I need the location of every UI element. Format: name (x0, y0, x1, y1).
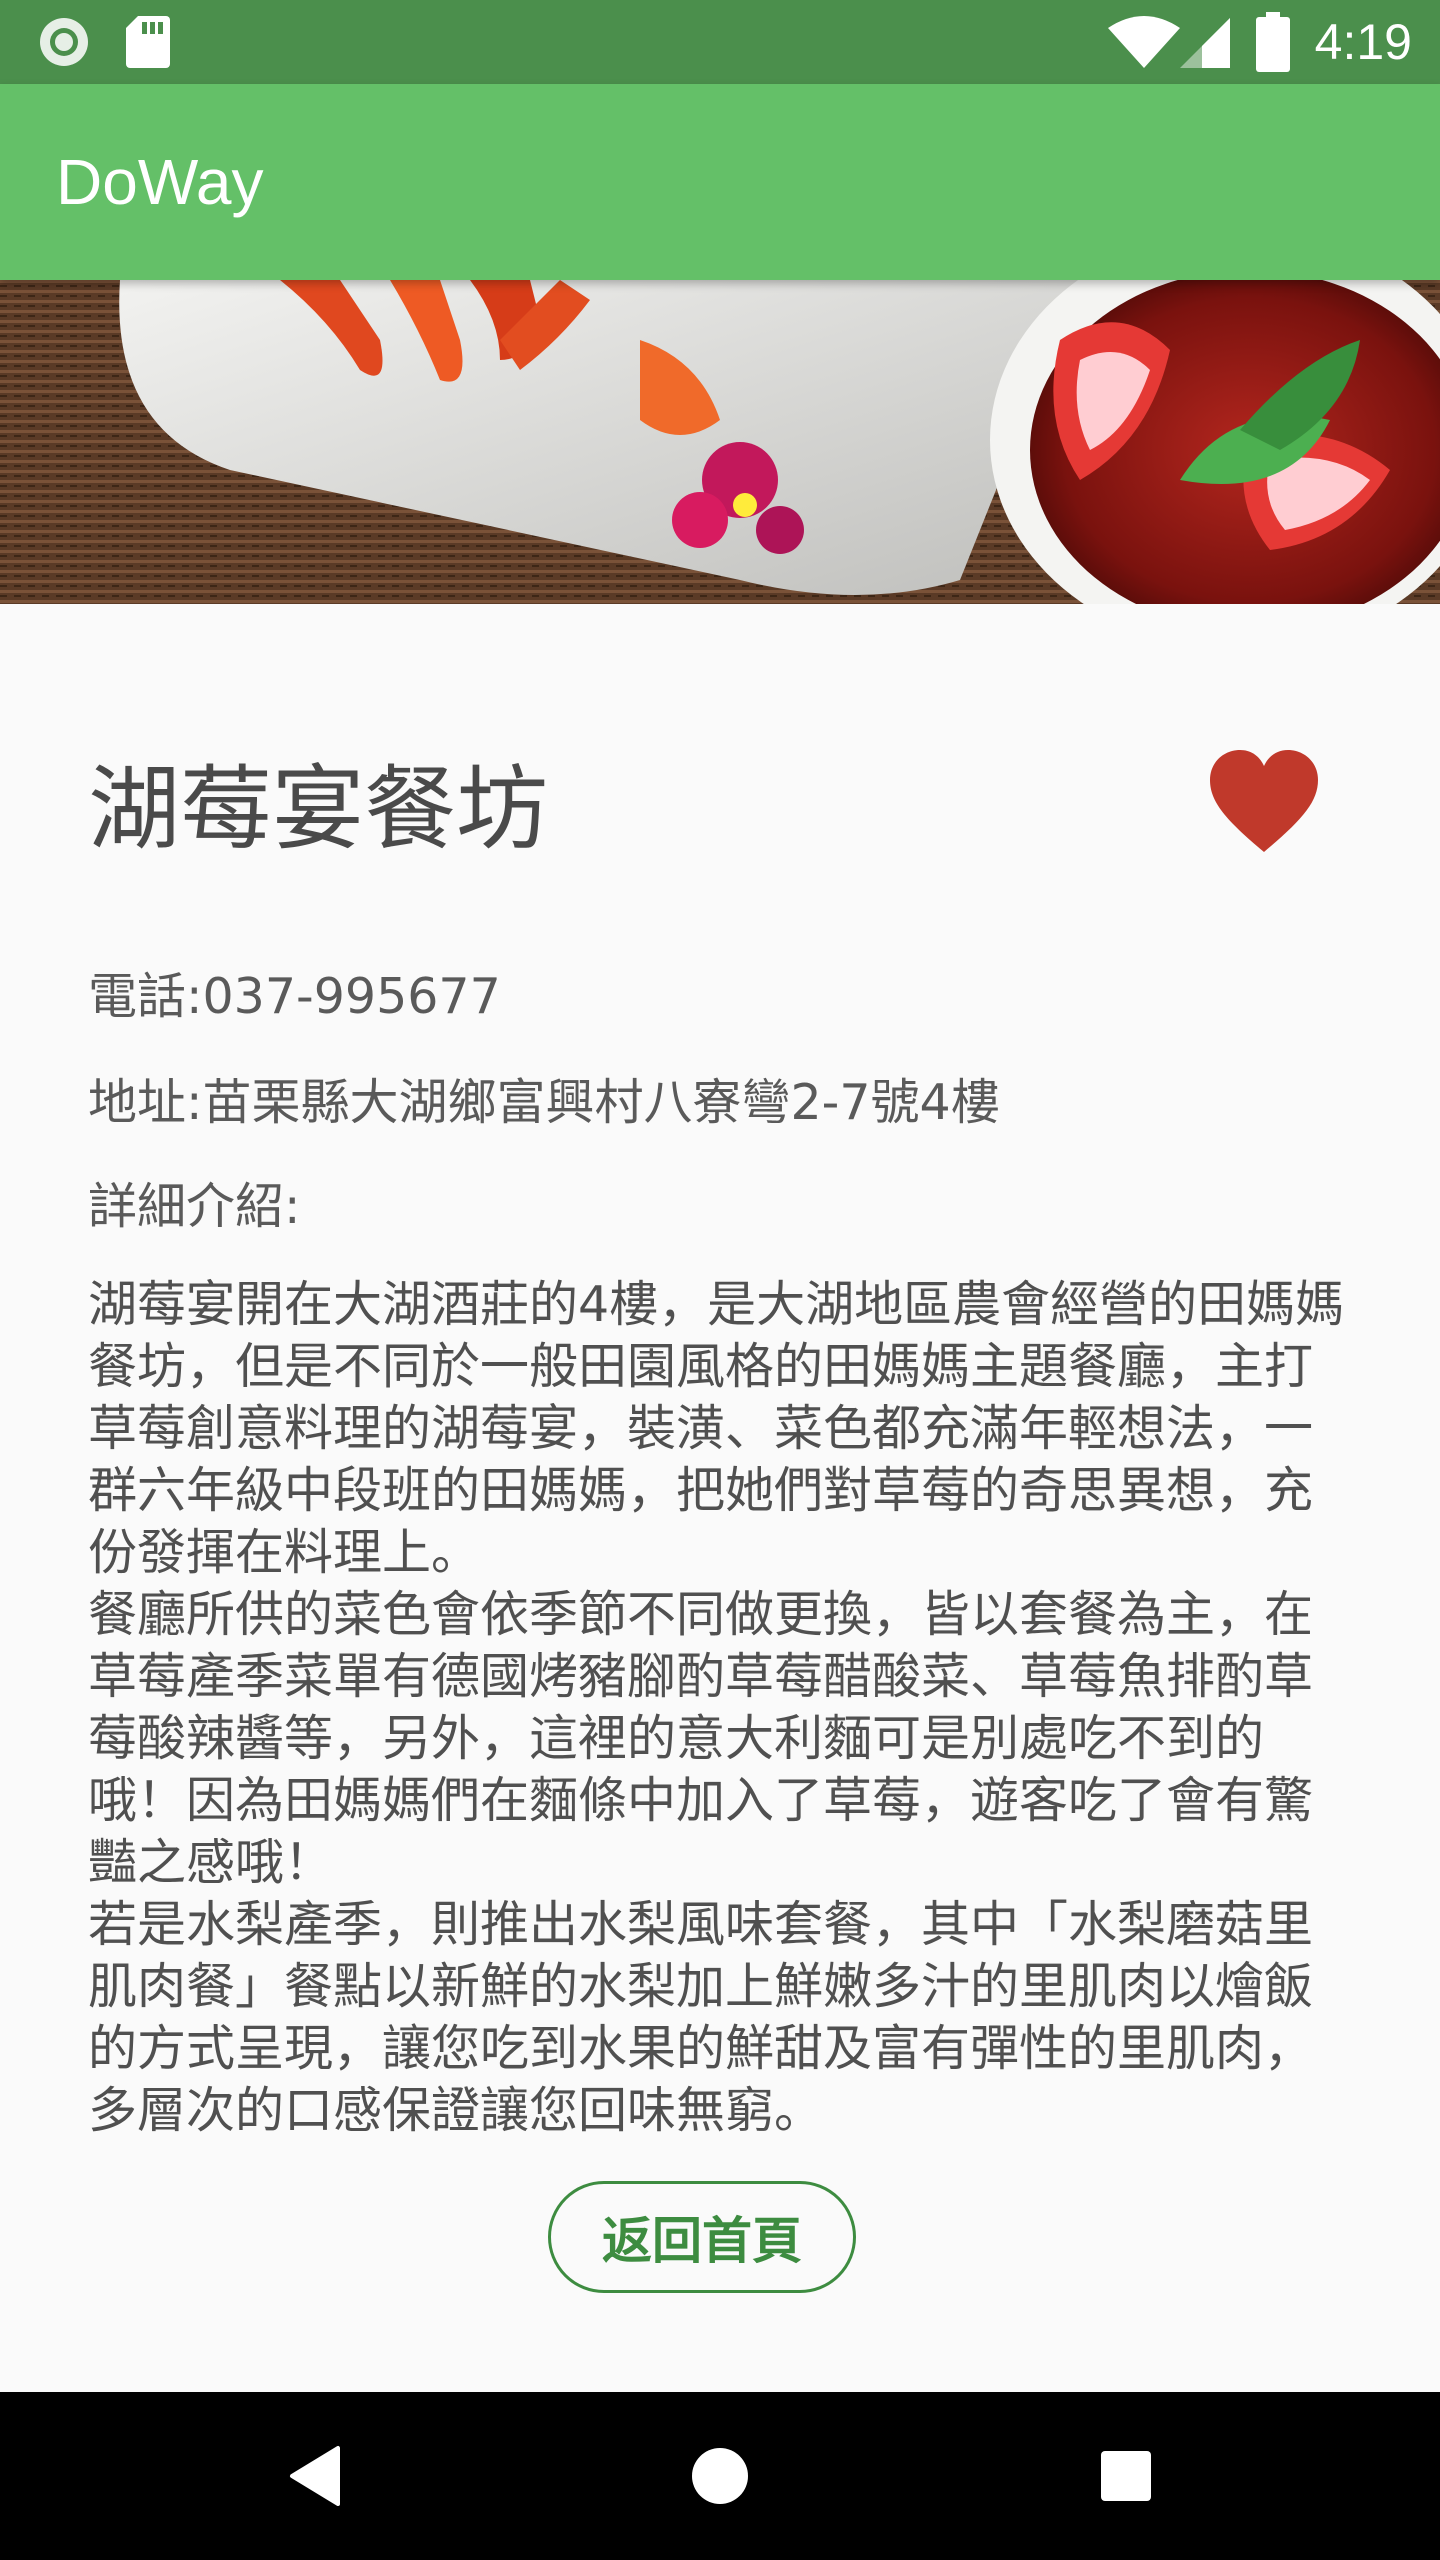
signal-icon (1180, 18, 1230, 68)
back-icon (290, 2446, 340, 2506)
sd-card-icon (126, 16, 170, 68)
nav-home-button[interactable] (636, 2392, 804, 2560)
banner-image (0, 280, 1440, 604)
detail-label: 詳細介紹: (88, 1178, 301, 1235)
wifi-icon (1108, 16, 1180, 68)
description-text: 湖莓宴開在大湖酒莊的4樓，是大湖地區農會經營的田媽媽餐坊，但是不同於一般田園風格… (88, 1276, 1345, 2139)
nav-back-button[interactable] (232, 2392, 400, 2560)
circle-indicator-icon (40, 18, 88, 66)
home-icon (692, 2448, 748, 2504)
recents-icon (1101, 2451, 1151, 2501)
battery-icon (1256, 12, 1290, 72)
nav-recents-button[interactable] (1042, 2392, 1210, 2560)
restaurant-name: 湖莓宴餐坊 (88, 756, 549, 863)
app-title: DoWay (56, 146, 264, 218)
address-text: 地址:苗栗縣大湖鄉富興村八寮彎2-7號4樓 (88, 1074, 1000, 1131)
status-bar: 4:19 (0, 0, 1440, 84)
app-bar: DoWay (0, 84, 1440, 280)
food-photo (0, 280, 1440, 604)
return-home-button[interactable]: 返回首頁 (548, 2181, 856, 2293)
status-time: 4:19 (1314, 14, 1412, 70)
heart-icon[interactable] (1206, 748, 1322, 856)
navigation-bar (0, 2392, 1440, 2560)
phone-text: 電話:037-995677 (88, 968, 501, 1025)
